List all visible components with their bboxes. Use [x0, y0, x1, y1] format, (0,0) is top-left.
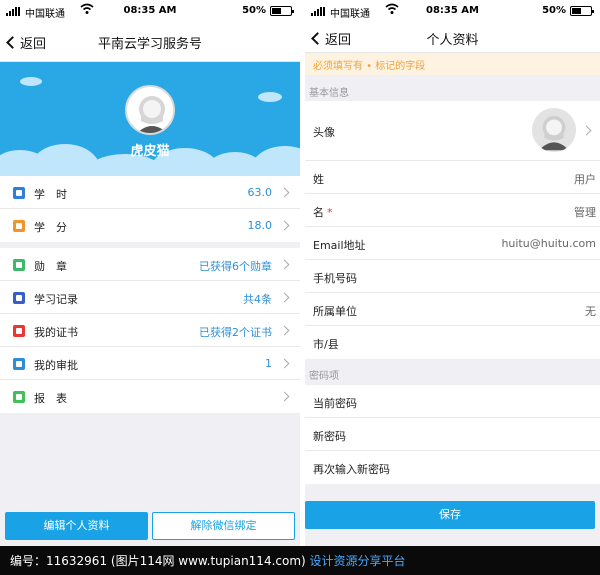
- required-marker: *: [327, 206, 333, 219]
- list-item-credits[interactable]: 学 分 18.0: [0, 209, 300, 242]
- stats-list: 学 时 63.0 学 分 18.0: [0, 176, 300, 242]
- item-value: 已获得6个勋章: [199, 260, 272, 273]
- field-label: 名 *: [313, 204, 333, 220]
- cloud-decoration: [20, 77, 42, 86]
- chevron-right-icon: [279, 220, 290, 231]
- item-label: 学 时: [34, 188, 67, 201]
- status-bar: 中国联通 08:35 AM 50%: [305, 0, 600, 22]
- status-bar: 中国联通 08:35 AM 50%: [0, 0, 300, 22]
- password-form: 当前密码 新密码 再次输入新密码: [305, 385, 600, 484]
- field-label: 头像: [313, 126, 335, 139]
- user-nickname: 虎皮猫: [130, 144, 170, 159]
- field-value: huitu@huitu.com: [501, 237, 596, 250]
- battery-icon: [270, 6, 294, 16]
- item-label: 报 表: [34, 392, 67, 405]
- basic-info-form: 头像 姓 用户 名 * 管理 Email地址 huitu@huitu.com 手…: [305, 101, 600, 359]
- list-item-medals[interactable]: 勋 章 已获得6个勋章: [0, 248, 300, 281]
- save-button[interactable]: 保存: [305, 501, 595, 529]
- approval-icon: [13, 358, 25, 370]
- chevron-right-icon: [279, 358, 290, 369]
- email-field[interactable]: Email地址 huitu@huitu.com: [305, 227, 600, 260]
- field-label: 当前密码: [313, 397, 357, 410]
- new-password-field[interactable]: 新密码: [305, 418, 600, 451]
- item-label: 勋 章: [34, 260, 67, 273]
- avatar-row[interactable]: 头像: [305, 101, 600, 161]
- medal-icon: [13, 259, 25, 271]
- item-value: 18.0: [247, 219, 273, 232]
- field-label-text: 名: [313, 206, 324, 219]
- list-item-reports[interactable]: 报 表: [0, 380, 300, 413]
- chevron-right-icon: [279, 325, 290, 336]
- list-item-hours[interactable]: 学 时 63.0: [0, 176, 300, 209]
- avatar[interactable]: [532, 108, 576, 152]
- record-icon: [13, 292, 25, 304]
- field-label: 再次输入新密码: [313, 463, 390, 476]
- field-label: 所属单位: [313, 305, 357, 318]
- first-name-field[interactable]: 名 * 管理: [305, 194, 600, 227]
- avatar[interactable]: [125, 85, 175, 135]
- field-label: 新密码: [313, 430, 346, 443]
- report-icon: [13, 391, 25, 403]
- phone-field[interactable]: 手机号码: [305, 260, 600, 293]
- list-item-learning-records[interactable]: 学习记录 共4条: [0, 281, 300, 314]
- footer-text: 编号：11632961 (图片114网 www.tupian114.com): [10, 554, 306, 568]
- field-value: 用户: [574, 173, 596, 186]
- battery-percent: 50%: [242, 5, 266, 16]
- certificate-icon: [13, 325, 25, 337]
- page-title: 平南云学习服务号: [97, 37, 202, 52]
- field-label: 姓: [313, 173, 324, 186]
- edit-profile-button[interactable]: 编辑个人资料: [5, 512, 148, 540]
- field-value: 管理: [574, 206, 596, 219]
- footer-highlight: 设计资源分享平台: [309, 554, 406, 568]
- item-label: 学 分: [34, 221, 67, 234]
- last-name-field[interactable]: 姓 用户: [305, 161, 600, 194]
- chevron-right-icon: [279, 259, 290, 270]
- field-label: 市/县: [313, 338, 339, 351]
- user-silhouette-icon: [539, 115, 569, 151]
- list-item-approvals[interactable]: 我的审批 1: [0, 347, 300, 380]
- profile-banner: 虎皮猫: [0, 62, 300, 176]
- navigation-bar: 返回 平南云学习服务号: [0, 22, 300, 62]
- records-list: 勋 章 已获得6个勋章 学习记录 共4条 我的证书 已获得2个证书 我的审批 1…: [0, 248, 300, 413]
- profile-screen: 中国联通 08:35 AM 50% 返回 平南云学习服务号 虎皮猫 学 时 63…: [0, 0, 300, 546]
- field-label: Email地址: [313, 239, 366, 252]
- navigation-bar: 返回 个人资料: [305, 22, 600, 53]
- section-header-basic: 基本信息: [309, 88, 349, 99]
- required-fields-notice: 必须填写有 • 标记的字段: [305, 53, 600, 75]
- field-value: 无: [585, 305, 596, 318]
- item-label: 我的审批: [34, 359, 78, 372]
- watermark-footer: 编号：11632961 (图片114网 www.tupian114.com) 设…: [0, 546, 600, 575]
- field-label: 手机号码: [313, 272, 357, 285]
- item-value: 已获得2个证书: [199, 326, 272, 339]
- city-county-field[interactable]: 市/县: [305, 326, 600, 359]
- chevron-right-icon: [279, 292, 290, 303]
- current-password-field[interactable]: 当前密码: [305, 385, 600, 418]
- chevron-right-icon: [581, 125, 592, 136]
- item-value: 63.0: [247, 186, 273, 199]
- list-item-certificates[interactable]: 我的证书 已获得2个证书: [0, 314, 300, 347]
- confirm-password-field[interactable]: 再次输入新密码: [305, 451, 600, 484]
- unbind-wechat-button[interactable]: 解除微信绑定: [152, 512, 295, 540]
- cloud-decoration: [258, 92, 282, 102]
- chevron-right-icon: [279, 187, 290, 198]
- item-value: 1: [265, 357, 272, 370]
- item-label: 学习记录: [34, 293, 78, 306]
- chevron-right-icon: [279, 391, 290, 402]
- score-icon: [13, 220, 25, 232]
- user-silhouette-icon: [137, 96, 167, 133]
- clock-icon: [13, 187, 25, 199]
- page-title: 个人资料: [426, 33, 479, 48]
- section-header-password: 密码项: [309, 371, 339, 382]
- battery-percent: 50%: [542, 5, 566, 16]
- personal-info-screen: 中国联通 08:35 AM 50% 返回 个人资料 必须填写有 • 标记的字段 …: [305, 0, 600, 546]
- organization-field[interactable]: 所属单位 无: [305, 293, 600, 326]
- item-value: 共4条: [243, 293, 272, 306]
- item-label: 我的证书: [34, 326, 78, 339]
- battery-icon: [570, 6, 594, 16]
